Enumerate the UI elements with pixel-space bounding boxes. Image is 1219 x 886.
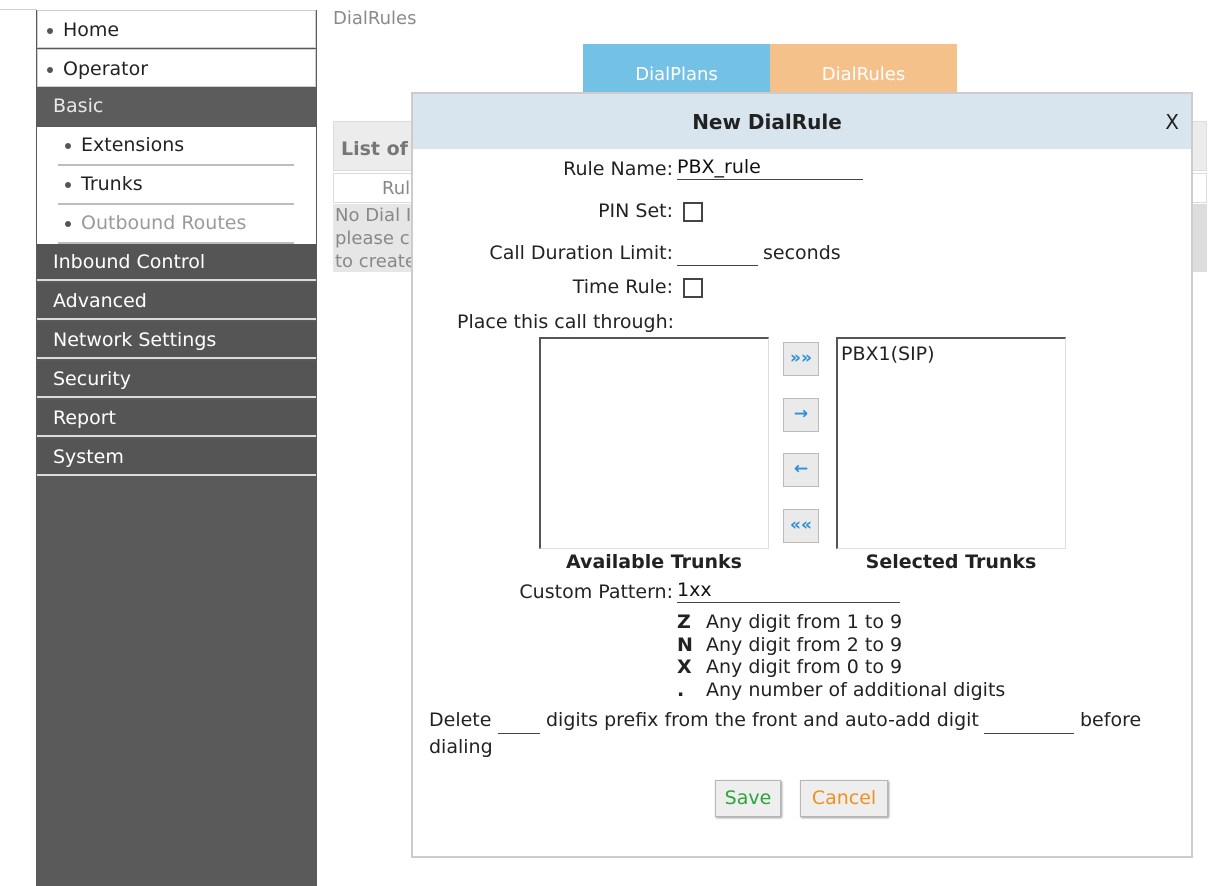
cancel-button[interactable]: Cancel <box>800 780 888 817</box>
call-duration-label: Call Duration Limit: <box>489 242 673 264</box>
move-left-button[interactable]: ← <box>783 453 819 487</box>
sidebar-item-home[interactable]: Home <box>37 10 316 48</box>
sidebar: Home Operator Basic Extensions Trunks Ou… <box>36 10 317 886</box>
sidebar-item-outbound-routes[interactable]: Outbound Routes <box>58 205 294 244</box>
rule-name-label: Rule Name: <box>563 158 673 180</box>
auto-add-digit-input[interactable] <box>984 710 1074 734</box>
seconds-label: seconds <box>763 242 841 264</box>
delete-text-start: Delete <box>429 709 492 731</box>
sidebar-section-label: Basic <box>53 95 104 117</box>
dialog-title: New DialRule <box>692 110 842 134</box>
sidebar-item-label: Extensions <box>81 134 185 156</box>
empty-message-line: No Dial I <box>335 205 412 226</box>
bullet-icon <box>65 221 71 227</box>
legend-key: . <box>677 679 685 701</box>
bullet-icon <box>65 143 71 149</box>
sidebar-section-report[interactable]: Report <box>37 400 316 437</box>
left-edge-line <box>0 9 36 10</box>
sidebar-item-operator[interactable]: Operator <box>37 49 316 87</box>
place-call-label: Place this call through: <box>457 311 675 333</box>
save-button[interactable]: Save <box>715 780 781 817</box>
sidebar-section-label: System <box>53 446 124 468</box>
pin-set-checkbox[interactable] <box>683 202 703 222</box>
sidebar-section-label: Security <box>53 368 132 390</box>
sidebar-item-extensions[interactable]: Extensions <box>58 127 294 166</box>
sidebar-section-network-settings[interactable]: Network Settings <box>37 322 316 359</box>
sidebar-section-inbound-control[interactable]: Inbound Control <box>37 244 316 281</box>
new-dialrule-dialog: New DialRule X Rule Name: PIN Set: Call … <box>411 92 1193 858</box>
sidebar-section-advanced[interactable]: Advanced <box>37 283 316 320</box>
tab-dialrules[interactable]: DialRules <box>770 44 957 94</box>
sidebar-section-label: Inbound Control <box>53 251 206 273</box>
basic-submenu: Extensions Trunks Outbound Routes <box>37 127 316 244</box>
call-duration-input[interactable] <box>677 242 758 266</box>
custom-pattern-label: Custom Pattern: <box>519 581 673 603</box>
sidebar-item-label: Operator <box>63 58 149 80</box>
selected-trunks-list[interactable]: PBX1(SIP) <box>836 337 1066 549</box>
delete-text-end: dialing <box>429 736 493 758</box>
empty-message-line: please c <box>335 228 410 249</box>
delete-text-middle: digits prefix from the front and auto-ad… <box>546 709 979 731</box>
sidebar-section-basic[interactable]: Basic <box>37 88 316 125</box>
save-button-label: Save <box>724 787 772 809</box>
trunk-option[interactable]: PBX1(SIP) <box>841 343 1062 365</box>
close-button[interactable]: X <box>1165 94 1179 150</box>
sidebar-section-label: Network Settings <box>53 329 217 351</box>
delete-digits-input[interactable] <box>498 710 540 734</box>
tab-dialplans[interactable]: DialPlans <box>583 44 770 94</box>
sidebar-section-label: Advanced <box>53 290 147 312</box>
time-rule-label: Time Rule: <box>572 276 673 298</box>
legend-description: Any digit from 2 to 9 <box>706 634 903 656</box>
legend-description: Any digit from 0 to 9 <box>706 656 903 678</box>
available-trunks-list[interactable] <box>539 337 769 549</box>
bullet-icon <box>47 67 53 73</box>
bullet-icon <box>47 28 53 34</box>
sidebar-item-label: Home <box>63 19 120 41</box>
cancel-button-label: Cancel <box>811 787 877 809</box>
custom-pattern-input[interactable] <box>677 579 900 603</box>
rule-name-input[interactable] <box>677 156 863 180</box>
bullet-icon <box>65 182 71 188</box>
selected-trunks-caption: Selected Trunks <box>865 551 1037 573</box>
move-all-left-button[interactable]: «« <box>783 509 819 543</box>
legend-description: Any digit from 1 to 9 <box>706 611 903 633</box>
legend-key: Z <box>677 611 691 633</box>
move-right-button[interactable]: → <box>783 398 819 432</box>
pin-set-label: PIN Set: <box>598 200 673 222</box>
page-title: DialRules <box>333 8 417 29</box>
sidebar-section-security[interactable]: Security <box>37 361 316 398</box>
legend-description: Any number of additional digits <box>706 679 1006 701</box>
legend-key: N <box>677 634 693 656</box>
legend-key: X <box>677 656 692 678</box>
sidebar-section-system[interactable]: System <box>37 439 316 476</box>
delete-text-before: before <box>1080 709 1142 731</box>
sidebar-section-label: Report <box>53 407 116 429</box>
empty-message: No Dial I please c to create <box>333 204 413 272</box>
dialog-header: New DialRule X <box>413 94 1191 149</box>
time-rule-checkbox[interactable] <box>683 278 703 298</box>
move-all-right-button[interactable]: »» <box>783 342 819 376</box>
sidebar-item-label: Outbound Routes <box>81 212 247 234</box>
available-trunks-caption: Available Trunks <box>566 551 742 573</box>
sidebar-item-trunks[interactable]: Trunks <box>58 166 294 205</box>
empty-message-line: to create <box>335 251 413 272</box>
sidebar-item-label: Trunks <box>81 173 143 195</box>
